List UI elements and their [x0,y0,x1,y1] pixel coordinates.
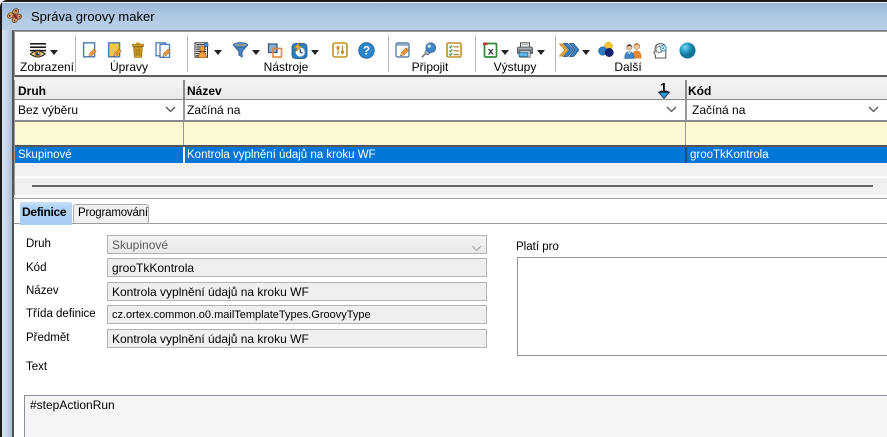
svg-text:x: x [488,46,494,58]
svg-text:?: ? [363,46,370,58]
